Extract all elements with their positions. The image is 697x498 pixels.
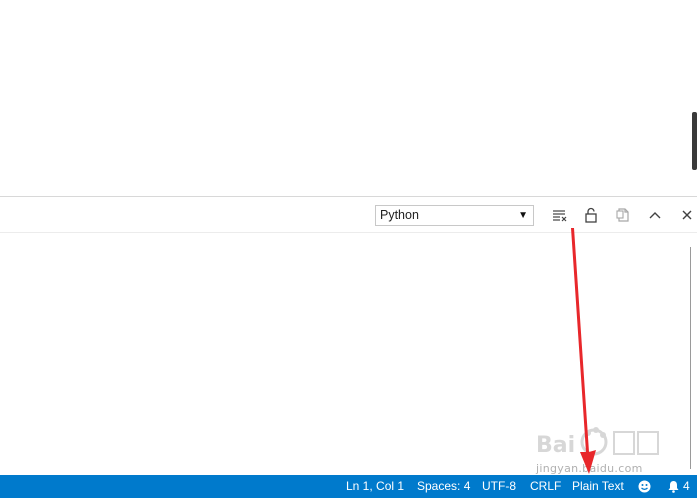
maximize-panel-button[interactable] xyxy=(646,206,664,224)
open-log-file-button[interactable] xyxy=(614,206,632,224)
editor-scrollbar-thumb[interactable] xyxy=(692,112,697,170)
unlock-icon xyxy=(585,207,597,223)
output-panel: Python ▼ xyxy=(0,196,697,475)
close-icon xyxy=(682,210,692,220)
notifications-count[interactable]: 4 xyxy=(683,475,690,498)
smiley-icon[interactable] xyxy=(638,480,651,493)
status-indentation[interactable]: Spaces: 4 xyxy=(417,475,470,498)
output-channel-select[interactable]: Python ▼ xyxy=(375,205,534,226)
editor-scrollbar[interactable] xyxy=(691,0,697,196)
triangle-down-icon: ▼ xyxy=(518,210,528,221)
chevron-up-icon xyxy=(649,212,661,219)
output-channel-value: Python xyxy=(380,208,419,222)
bell-icon[interactable] xyxy=(667,480,680,493)
status-bar: Ln 1, Col 1 Spaces: 4 UTF-8 CRLF Plain T… xyxy=(0,475,697,498)
file-icon xyxy=(616,208,629,222)
close-panel-button[interactable] xyxy=(678,206,696,224)
clear-list-icon xyxy=(553,210,567,222)
panel-header: Python ▼ xyxy=(0,197,697,233)
panel-scrollbar[interactable] xyxy=(690,247,691,469)
clear-output-button[interactable] xyxy=(551,206,569,224)
status-encoding[interactable]: UTF-8 xyxy=(482,475,516,498)
status-language-mode[interactable]: Plain Text xyxy=(572,475,624,498)
scroll-lock-button[interactable] xyxy=(582,206,600,224)
status-line-ending[interactable]: CRLF xyxy=(530,475,561,498)
output-content[interactable] xyxy=(0,233,697,475)
editor-area[interactable] xyxy=(0,0,697,196)
status-cursor-position[interactable]: Ln 1, Col 1 xyxy=(346,475,404,498)
